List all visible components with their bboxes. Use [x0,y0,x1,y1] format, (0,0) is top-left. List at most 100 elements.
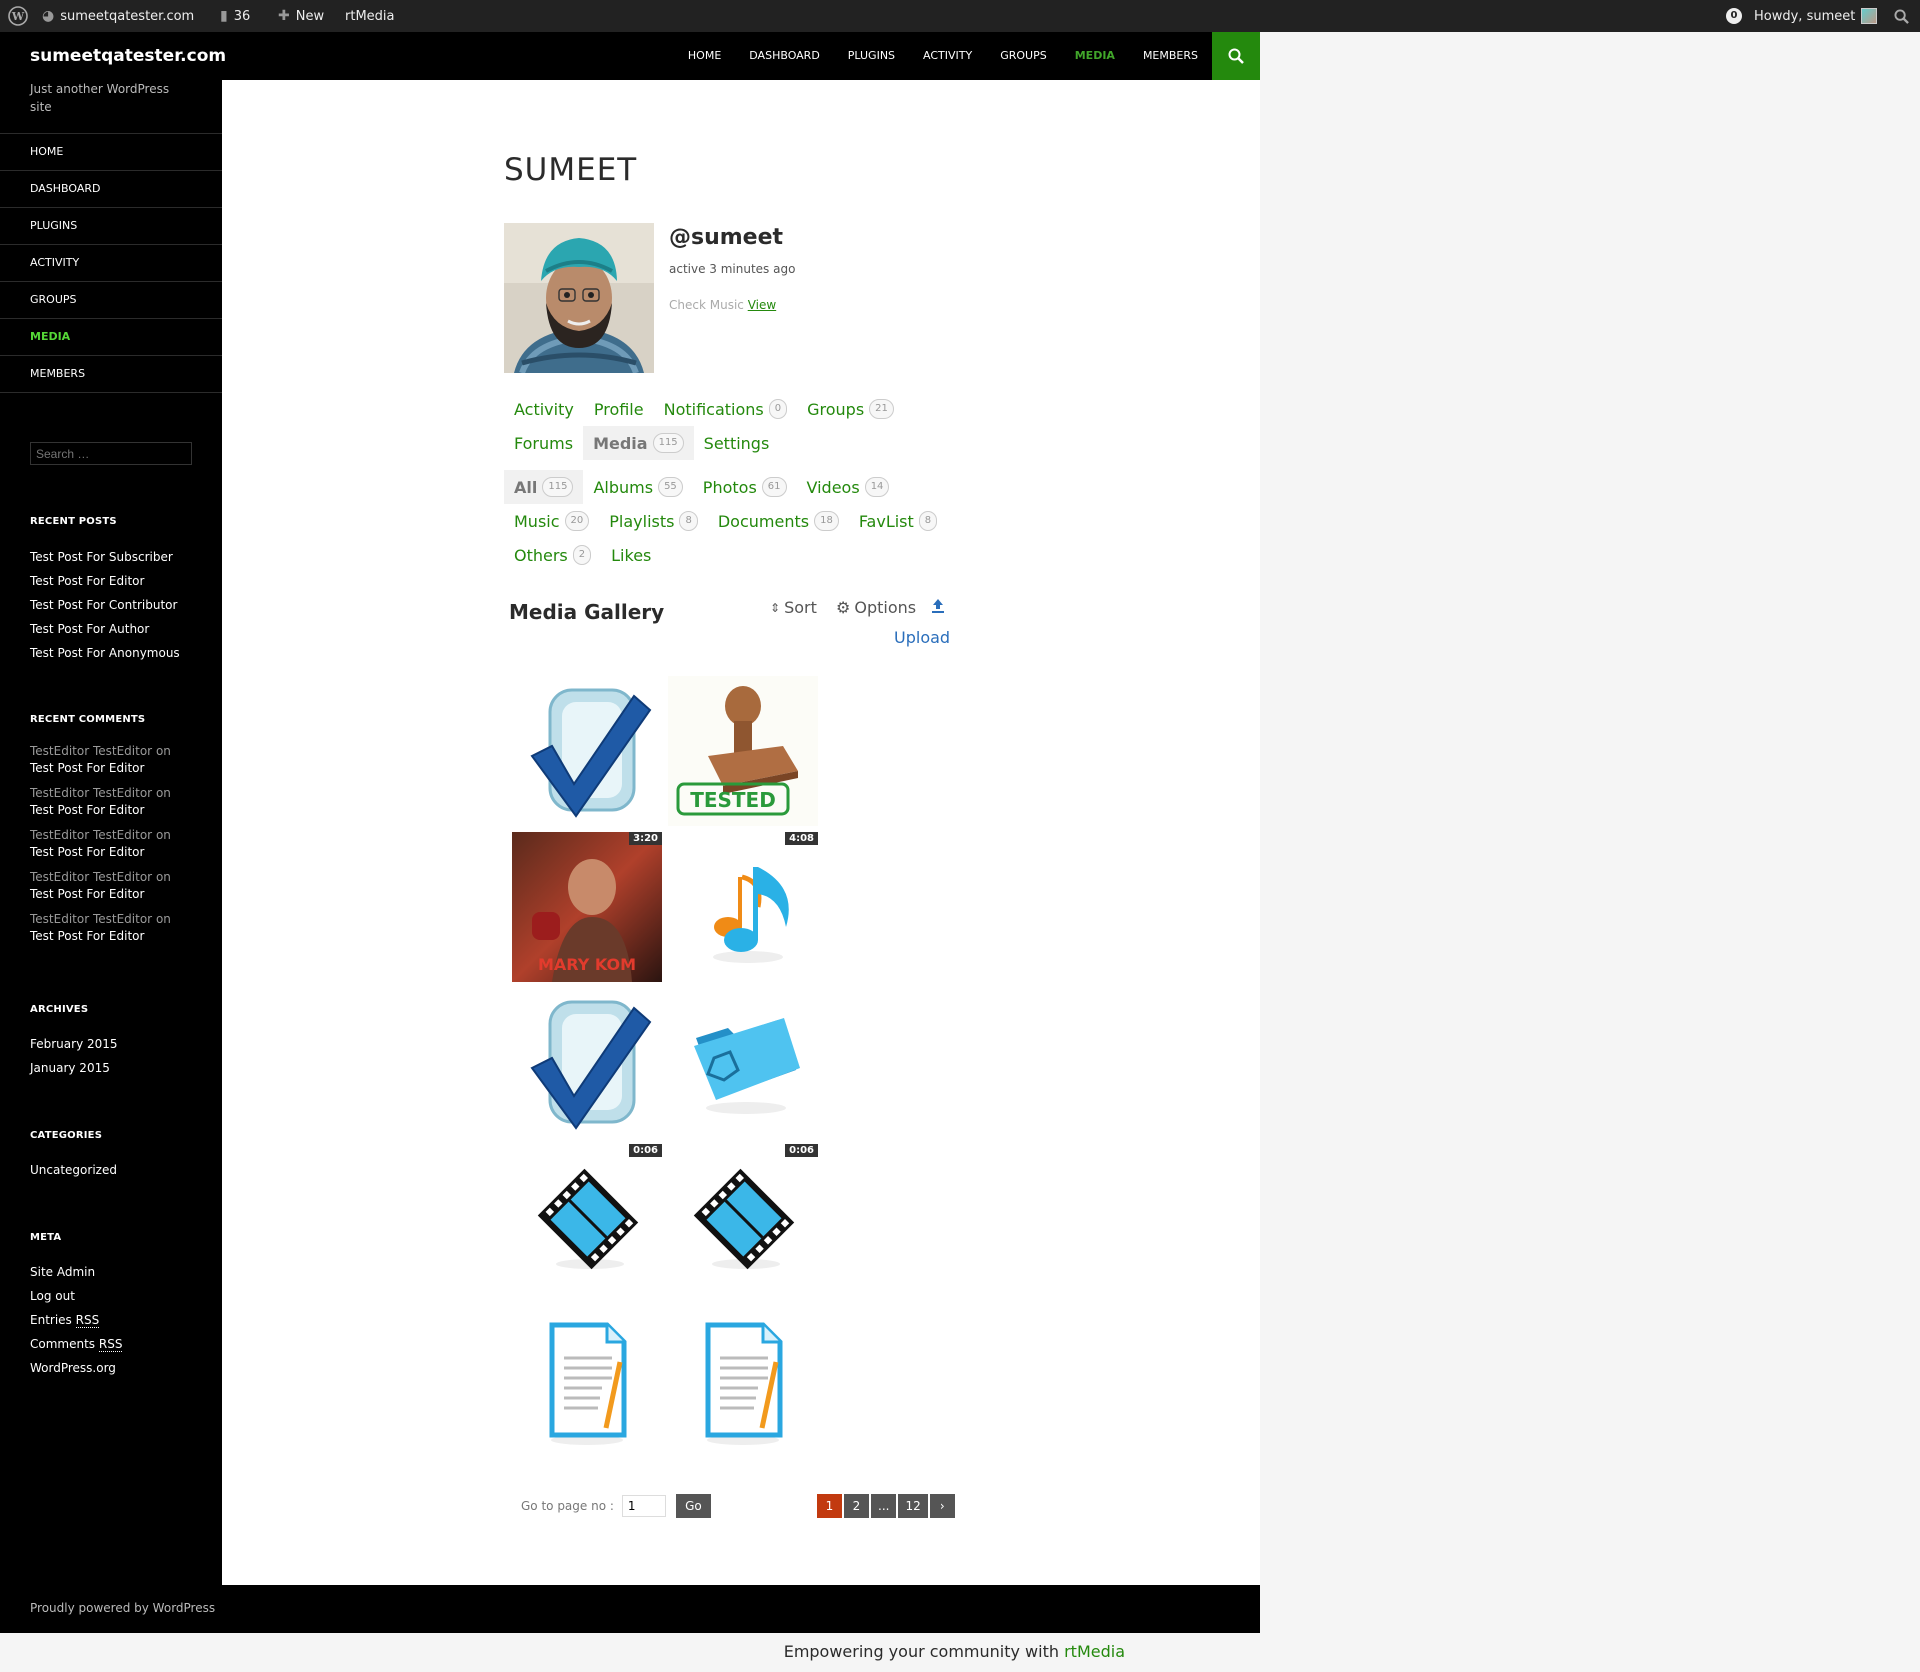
comments-rss-link[interactable]: Comments RSS [30,1332,210,1356]
nav-dashboard[interactable]: DASHBOARD [735,32,834,80]
next-page-button[interactable]: › [929,1494,955,1518]
log-out-link[interactable]: Log out [30,1284,210,1308]
sidebar-item-media[interactable]: MEDIA [0,319,222,356]
powered-by-link[interactable]: Proudly powered by WordPress [30,1601,215,1615]
nav-plugins[interactable]: PLUGINS [834,32,909,80]
site-title[interactable]: sumeetqatester.com [30,32,226,80]
nav-groups[interactable]: GROUPS [986,32,1061,80]
site-admin-link[interactable]: Site Admin [30,1260,210,1284]
page-number-input[interactable] [621,1495,666,1517]
admin-comments-link[interactable]: ▮ 36 [220,0,250,32]
archive-link[interactable]: January 2015 [30,1056,210,1080]
tab-others[interactable]: Others 2 [504,538,601,572]
sidebar-item-home[interactable]: HOME [0,134,222,171]
tab-notifications[interactable]: Notifications 0 [654,392,798,426]
tab-label: Documents [717,511,810,531]
recent-comment: TestEditor TestEditor on Test Post For Ed… [30,827,210,861]
media-item[interactable]: MARY KOM 3:20 [512,832,662,982]
comment-post-link[interactable]: Test Post For Editor [30,887,144,901]
admin-notifications[interactable]: 0 [1726,0,1742,32]
nav-activity[interactable]: ACTIVITY [909,32,986,80]
tab-activity[interactable]: Activity [504,392,584,426]
admin-rtmedia-link[interactable]: rtMedia [345,0,395,32]
admin-search-icon[interactable] [1894,0,1909,32]
profile-tabs-row-1: Activity Profile Notifications 0 Groups 21 [504,392,904,426]
sidebar-item-plugins[interactable]: PLUGINS [0,208,222,245]
admin-site-link[interactable]: ◕ sumeetqatester.com [42,0,194,32]
admin-account-menu[interactable]: Howdy, sumeet [1754,0,1878,32]
media-item[interactable] [512,1300,662,1450]
tab-groups[interactable]: Groups 21 [797,392,904,426]
comment-author[interactable]: TestEditor TestEditor [30,786,152,800]
options-button[interactable]: ⚙ Options [836,598,916,617]
comment-author[interactable]: TestEditor TestEditor [30,744,152,758]
media-item[interactable] [512,676,662,826]
site-footer: Proudly powered by WordPress [0,1585,1260,1633]
search-toggle-button[interactable] [1212,32,1260,80]
go-button[interactable]: Go [675,1494,711,1518]
upload-button[interactable]: Upload [894,628,950,647]
comment-post-link[interactable]: Test Post For Editor [30,803,144,817]
recent-post-link[interactable]: Test Post For Subscriber [30,545,210,569]
category-link[interactable]: Uncategorized [30,1158,210,1182]
tab-music[interactable]: Music 20 [504,504,599,538]
tab-favlist[interactable]: FavList 8 [849,504,947,538]
sort-button[interactable]: ⇕ Sort [770,598,817,617]
media-item[interactable]: 0:06 [512,1144,662,1294]
nav-home[interactable]: HOME [674,32,735,80]
sidebar-item-groups[interactable]: GROUPS [0,282,222,319]
tab-photos[interactable]: Photos 61 [693,470,797,504]
wordpress-logo-icon[interactable]: W [8,0,28,32]
upload-icon[interactable] [930,598,946,618]
media-item[interactable] [668,1300,818,1450]
tab-albums[interactable]: Albums 55 [583,470,692,504]
comment-author[interactable]: TestEditor TestEditor [30,870,152,884]
tab-all[interactable]: All 115 [504,470,584,504]
comment-post-link[interactable]: Test Post For Editor [30,845,144,859]
media-item[interactable] [512,988,662,1138]
page-link-current[interactable]: 1 [817,1494,842,1518]
tab-label: Activity [514,399,574,419]
tab-forums[interactable]: Forums [504,426,583,460]
recent-post-link[interactable]: Test Post For Anonymous [30,641,210,665]
tab-media[interactable]: Media 115 [583,426,694,460]
comment-post-link[interactable]: Test Post For Editor [30,929,144,943]
sidebar-item-dashboard[interactable]: DASHBOARD [0,171,222,208]
admin-new-link[interactable]: ✚ New [278,0,324,32]
media-item[interactable]: TESTED [668,676,818,826]
stamp-text: TESTED [690,788,776,812]
comment-author[interactable]: TestEditor TestEditor [30,912,152,926]
notification-count: 0 [1726,8,1742,24]
tab-videos[interactable]: Videos 14 [797,470,900,504]
media-item[interactable]: 4:08 [668,832,818,982]
media-item[interactable]: 0:06 [668,1144,818,1294]
wordpress-org-link[interactable]: WordPress.org [30,1356,210,1380]
comment-post-link[interactable]: Test Post For Editor [30,761,144,775]
page-link[interactable]: 2 [844,1494,869,1518]
page-jump: Go to page no : Go [521,1494,711,1518]
status-view-link[interactable]: View [748,298,776,312]
search-icon [1228,48,1244,64]
nav-members[interactable]: MEMBERS [1129,32,1212,80]
avatar[interactable] [504,223,654,373]
page-link[interactable]: 12 [898,1494,928,1518]
sidebar-item-members[interactable]: MEMBERS [0,356,222,393]
tab-profile[interactable]: Profile [584,392,654,426]
sidebar-search-input[interactable] [30,442,192,465]
archive-link[interactable]: February 2015 [30,1032,210,1056]
recent-post-link[interactable]: Test Post For Contributor [30,593,210,617]
recent-comment: TestEditor TestEditor on Test Post For Ed… [30,785,210,819]
media-item[interactable] [668,988,818,1138]
entries-rss-link[interactable]: Entries RSS [30,1308,210,1332]
tab-settings[interactable]: Settings [694,426,780,460]
sidebar-item-activity[interactable]: ACTIVITY [0,245,222,282]
rtmedia-link[interactable]: rtMedia [1064,1642,1125,1661]
nav-media[interactable]: MEDIA [1061,32,1129,80]
tab-likes[interactable]: Likes [601,538,661,572]
comment-author[interactable]: TestEditor TestEditor [30,828,152,842]
tab-label: Groups [807,399,865,419]
recent-post-link[interactable]: Test Post For Editor [30,569,210,593]
tab-documents[interactable]: Documents 18 [708,504,849,538]
tab-playlists[interactable]: Playlists 8 [599,504,708,538]
recent-post-link[interactable]: Test Post For Author [30,617,210,641]
